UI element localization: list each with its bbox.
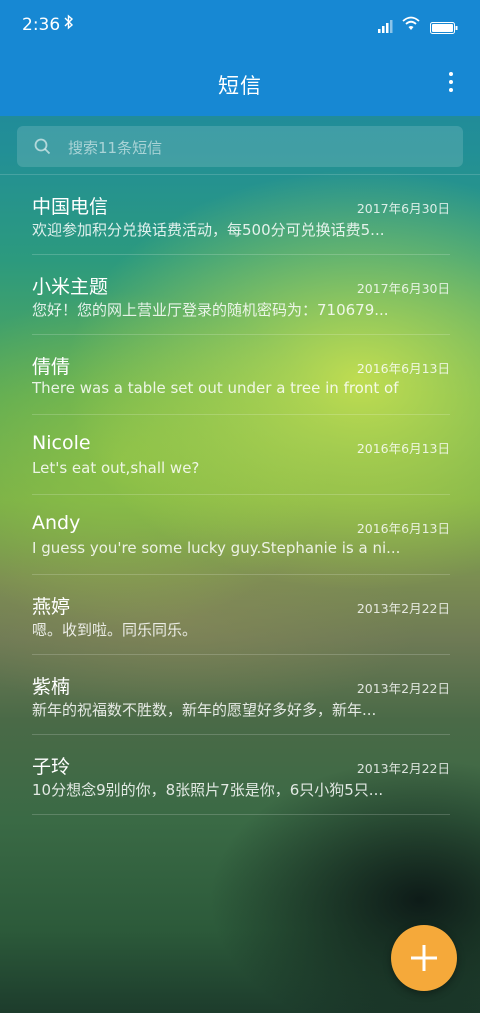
page-title: 短信: [218, 74, 262, 98]
sender-name: 中国电信: [32, 196, 109, 218]
sender-name: 紫楠: [32, 676, 71, 698]
conversation-row[interactable]: 燕婷 2013年2月22日 嗯。收到啦。同乐同乐。: [32, 575, 450, 655]
message-date: 2016年6月13日: [356, 521, 450, 536]
conversation-row[interactable]: 中国电信 2017年6月30日 欢迎参加积分兑换话费活动，每500分可兑换话费5…: [32, 175, 450, 255]
message-date: 2016年6月13日: [356, 361, 450, 376]
message-date: 2017年6月30日: [356, 281, 450, 296]
message-date: 2016年6月13日: [356, 441, 450, 456]
status-time: 2:36: [22, 15, 61, 35]
signal-icon: [378, 18, 394, 33]
conversation-row[interactable]: 倩倩 2016年6月13日 There was a table set out …: [32, 335, 450, 415]
bluetooth-icon: [64, 14, 74, 34]
message-preview: I guess you're some lucky guy.Stephanie …: [32, 539, 401, 557]
message-date: 2017年6月30日: [356, 201, 450, 216]
message-preview: 10分想念9别的你，8张照片7张是你，6只小狗5只...: [32, 781, 384, 799]
plus-icon: [411, 945, 437, 971]
message-preview: 嗯。收到啦。同乐同乐。: [32, 621, 198, 639]
sender-name: 燕婷: [32, 596, 71, 618]
message-list: 中国电信 2017年6月30日 欢迎参加积分兑换话费活动，每500分可兑换话费5…: [0, 175, 480, 815]
sender-name: 倩倩: [32, 356, 71, 378]
battery-icon: [430, 19, 458, 34]
message-preview: 新年的祝福数不胜数，新年的愿望好多好多，新年...: [32, 701, 377, 719]
search-placeholder: 搜索11条短信: [68, 139, 163, 157]
sender-name: Andy: [32, 512, 81, 534]
conversation-row[interactable]: Andy 2016年6月13日 I guess you're some luck…: [32, 495, 450, 575]
app-bar: 短信: [0, 52, 480, 116]
message-date: 2013年2月22日: [356, 761, 450, 776]
conversation-row[interactable]: 紫楠 2013年2月22日 新年的祝福数不胜数，新年的愿望好多好多，新年...: [32, 655, 450, 735]
conversation-row[interactable]: 小米主题 2017年6月30日 您好！您的网上营业厅登录的随机密码为：71067…: [32, 255, 450, 335]
message-date: 2013年2月22日: [356, 681, 450, 696]
sender-name: Nicole: [32, 432, 91, 454]
more-options-icon[interactable]: [448, 72, 454, 96]
sender-name: 子玲: [32, 756, 71, 778]
conversation-row[interactable]: Nicole 2016年6月13日 Let's eat out,shall we…: [32, 415, 450, 495]
status-bar: 2:36: [0, 0, 480, 52]
message-preview: There was a table set out under a tree i…: [32, 379, 404, 397]
sender-name: 小米主题: [32, 276, 109, 298]
wifi-icon: [402, 16, 420, 31]
search-icon: [34, 138, 51, 155]
message-date: 2013年2月22日: [356, 601, 450, 616]
message-preview: Let's eat out,shall we?: [32, 459, 200, 477]
conversation-row[interactable]: 子玲 2013年2月22日 10分想念9别的你，8张照片7张是你，6只小狗5只.…: [32, 735, 450, 815]
message-preview: 欢迎参加积分兑换话费活动，每500分可兑换话费5...: [32, 221, 385, 239]
new-message-button[interactable]: [391, 925, 457, 991]
search-bar[interactable]: 搜索11条短信: [17, 126, 463, 167]
message-preview: 您好！您的网上营业厅登录的随机密码为：710679...: [32, 301, 389, 319]
